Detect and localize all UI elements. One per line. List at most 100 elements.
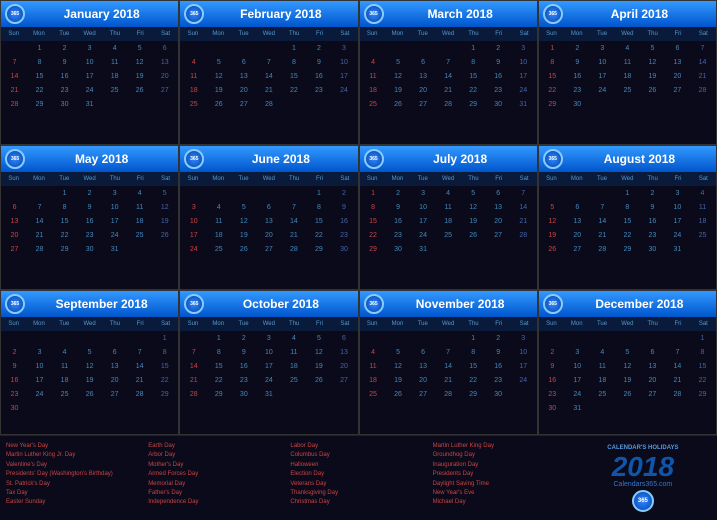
day-num[interactable]: 4: [615, 42, 640, 56]
day-num[interactable]: 26: [127, 84, 152, 98]
day-num[interactable]: 8: [52, 201, 77, 215]
day-num[interactable]: 11: [436, 201, 461, 215]
day-num[interactable]: 12: [206, 70, 231, 84]
day-num[interactable]: 11: [281, 346, 306, 360]
day-num[interactable]: 28: [690, 84, 715, 98]
month-cell-3[interactable]: 365March 2018SunMonTueWedThuFriSat123456…: [359, 0, 538, 145]
day-num[interactable]: 16: [486, 360, 511, 374]
day-num[interactable]: 19: [306, 360, 331, 374]
day-num[interactable]: 30: [486, 98, 511, 112]
day-num[interactable]: 9: [486, 56, 511, 70]
day-num[interactable]: 1: [461, 332, 486, 346]
day-num[interactable]: 18: [127, 215, 152, 229]
day-num[interactable]: 5: [640, 42, 665, 56]
day-num[interactable]: 2: [331, 187, 356, 201]
day-num[interactable]: 21: [436, 374, 461, 388]
day-num[interactable]: 4: [690, 187, 715, 201]
day-num[interactable]: 22: [540, 84, 565, 98]
day-num[interactable]: 9: [2, 360, 27, 374]
day-num[interactable]: 1: [152, 332, 177, 346]
day-num[interactable]: 17: [665, 215, 690, 229]
day-num[interactable]: 3: [27, 346, 52, 360]
day-num[interactable]: 19: [640, 70, 665, 84]
day-num[interactable]: 17: [181, 229, 206, 243]
day-num[interactable]: 8: [690, 346, 715, 360]
day-num[interactable]: 2: [306, 42, 331, 56]
day-num[interactable]: 20: [411, 84, 436, 98]
day-num[interactable]: 26: [640, 84, 665, 98]
day-num[interactable]: 28: [127, 388, 152, 402]
day-num[interactable]: 27: [665, 84, 690, 98]
day-num[interactable]: 4: [181, 56, 206, 70]
day-num[interactable]: 27: [152, 84, 177, 98]
day-num[interactable]: 12: [540, 215, 565, 229]
day-num[interactable]: 14: [27, 215, 52, 229]
day-num[interactable]: 6: [640, 346, 665, 360]
day-num[interactable]: 28: [665, 388, 690, 402]
day-num[interactable]: 16: [231, 360, 256, 374]
day-num[interactable]: 25: [52, 388, 77, 402]
day-num[interactable]: 4: [361, 346, 386, 360]
day-num[interactable]: 21: [436, 84, 461, 98]
day-num[interactable]: 10: [665, 201, 690, 215]
month-cell-7[interactable]: 365July 2018SunMonTueWedThuFriSat1234567…: [359, 145, 538, 290]
day-num[interactable]: 26: [152, 229, 177, 243]
day-num[interactable]: 22: [461, 84, 486, 98]
day-num[interactable]: 12: [127, 56, 152, 70]
day-num[interactable]: 28: [281, 243, 306, 257]
day-num[interactable]: 25: [361, 98, 386, 112]
day-num[interactable]: 20: [152, 70, 177, 84]
day-num[interactable]: 3: [331, 42, 356, 56]
day-num[interactable]: 26: [540, 243, 565, 257]
day-num[interactable]: 20: [231, 84, 256, 98]
day-num[interactable]: 31: [256, 388, 281, 402]
day-num[interactable]: 26: [231, 243, 256, 257]
day-num[interactable]: 24: [27, 388, 52, 402]
day-num[interactable]: 23: [2, 388, 27, 402]
day-num[interactable]: 24: [181, 243, 206, 257]
day-num[interactable]: 7: [27, 201, 52, 215]
day-num[interactable]: 13: [640, 360, 665, 374]
day-num[interactable]: 4: [281, 332, 306, 346]
day-num[interactable]: 8: [461, 346, 486, 360]
day-num[interactable]: 15: [690, 360, 715, 374]
day-num[interactable]: 6: [231, 56, 256, 70]
day-num[interactable]: 29: [152, 388, 177, 402]
day-num[interactable]: 22: [615, 229, 640, 243]
month-cell-4[interactable]: 365April 2018SunMonTueWedThuFriSat123456…: [538, 0, 717, 145]
day-num[interactable]: 15: [306, 215, 331, 229]
day-num[interactable]: 16: [540, 374, 565, 388]
day-num[interactable]: 10: [565, 360, 590, 374]
day-num[interactable]: 1: [306, 187, 331, 201]
day-num[interactable]: 29: [461, 98, 486, 112]
day-num[interactable]: 24: [511, 84, 536, 98]
day-num[interactable]: 5: [231, 201, 256, 215]
month-cell-10[interactable]: 365October 2018SunMonTueWedThuFriSat1234…: [179, 290, 358, 435]
day-num[interactable]: 24: [590, 84, 615, 98]
day-num[interactable]: 5: [386, 346, 411, 360]
day-num[interactable]: 30: [231, 388, 256, 402]
day-num[interactable]: 6: [152, 42, 177, 56]
day-num[interactable]: 24: [565, 388, 590, 402]
day-num[interactable]: 16: [77, 215, 102, 229]
day-num[interactable]: 20: [256, 229, 281, 243]
day-num[interactable]: 9: [231, 346, 256, 360]
day-num[interactable]: 6: [256, 201, 281, 215]
day-num[interactable]: 5: [127, 42, 152, 56]
day-num[interactable]: 10: [411, 201, 436, 215]
day-num[interactable]: 2: [640, 187, 665, 201]
day-num[interactable]: 12: [77, 360, 102, 374]
day-num[interactable]: 9: [386, 201, 411, 215]
day-num[interactable]: 2: [565, 42, 590, 56]
day-num[interactable]: 4: [102, 42, 127, 56]
day-num[interactable]: 25: [615, 84, 640, 98]
month-cell-1[interactable]: 365January 2018SunMonTueWedThuFriSat1234…: [0, 0, 179, 145]
day-num[interactable]: 6: [665, 42, 690, 56]
day-num[interactable]: 18: [615, 70, 640, 84]
day-num[interactable]: 29: [27, 98, 52, 112]
day-num[interactable]: 19: [206, 84, 231, 98]
day-num[interactable]: 13: [231, 70, 256, 84]
day-num[interactable]: 23: [640, 229, 665, 243]
day-num[interactable]: 29: [52, 243, 77, 257]
day-num[interactable]: 5: [615, 346, 640, 360]
